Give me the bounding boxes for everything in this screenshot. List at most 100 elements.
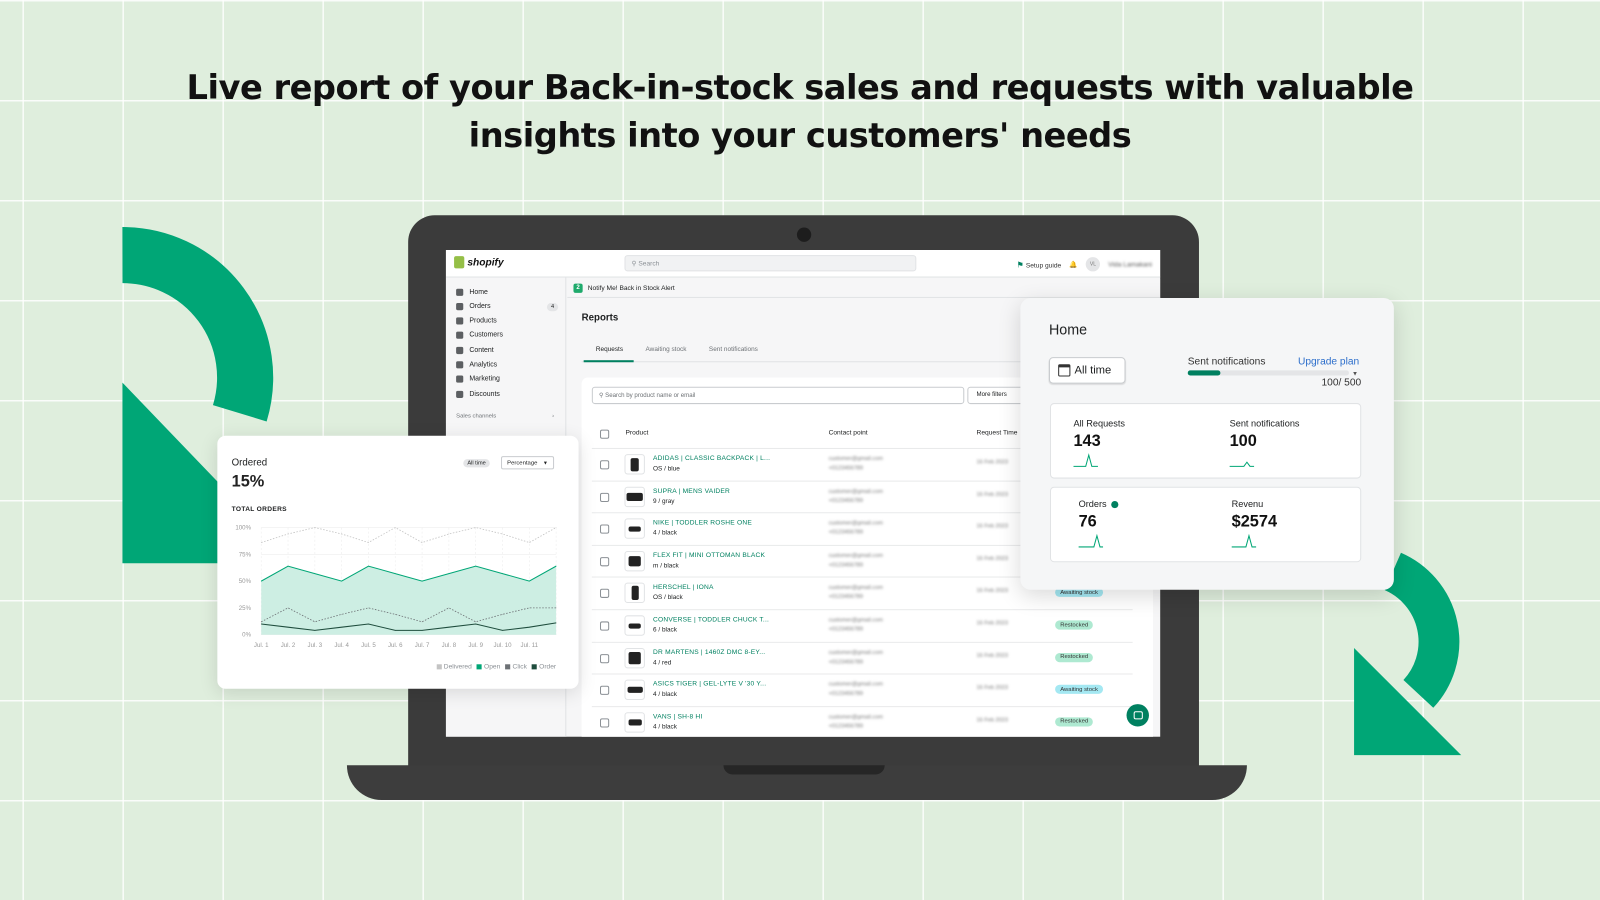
product-variant: OS / blue	[653, 465, 680, 473]
more-filters-button[interactable]: More filters	[967, 386, 1029, 405]
data-point	[341, 580, 342, 582]
row-checkbox[interactable]	[599, 460, 610, 470]
product-name-link[interactable]: HERSCHEL | IONA	[653, 584, 714, 591]
upgrade-plan-link[interactable]: Upgrade plan	[1298, 356, 1359, 367]
legend-label: Order	[539, 663, 557, 671]
data-point	[260, 542, 262, 543]
table-row[interactable]: VANS | SH-8 HI 4 / black customer@gmail.…	[591, 705, 1133, 737]
sidebar-item-customers[interactable]: Customers	[456, 331, 558, 339]
data-point	[287, 565, 289, 567]
data-point	[394, 630, 396, 631]
product-thumbnail	[624, 679, 645, 701]
product-image	[628, 555, 641, 567]
product-image	[631, 586, 639, 601]
sidebar-item-discounts[interactable]: Discounts	[456, 390, 558, 398]
sidebar-item-products[interactable]: Products	[456, 317, 558, 325]
product-name-link[interactable]: CONVERSE | TODDLER CHUCK T...	[653, 616, 769, 623]
legend-item[interactable]: Click	[505, 663, 527, 670]
product-image	[628, 719, 642, 726]
contact-point-redacted: customer@gmail.com +0123456789	[828, 649, 883, 665]
table-row[interactable]: CONVERSE | TODDLER CHUCK T... 6 / black …	[591, 609, 1133, 641]
data-point	[448, 607, 450, 609]
product-name-link[interactable]: SUPRA | MENS VAIDER	[653, 487, 730, 494]
tab-awaiting-stock[interactable]: Awaiting stock	[633, 344, 696, 362]
row-checkbox[interactable]	[599, 718, 610, 728]
sidebar-item-analytics[interactable]: Analytics	[456, 361, 558, 369]
product-thumbnail	[624, 486, 645, 507]
section-label: Sales channels	[456, 413, 497, 420]
data-point	[529, 626, 530, 628]
column-header-product: Product	[625, 429, 649, 437]
row-checkbox[interactable]	[599, 653, 610, 663]
data-point	[368, 623, 369, 625]
legend-item[interactable]: Delivered	[436, 663, 472, 670]
chat-button[interactable]	[1126, 704, 1149, 727]
product-variant: 6 / black	[653, 626, 677, 634]
sidebar-item-content[interactable]: Content	[456, 346, 558, 355]
tab-sent-notifications[interactable]: Sent notifications	[697, 344, 768, 362]
sidebar-label: Home	[469, 288, 488, 296]
table-row[interactable]: DR MARTENS | 1460Z DMC 8-EY... 4 / red c…	[591, 641, 1133, 673]
row-checkbox[interactable]	[599, 492, 610, 502]
select-all-checkbox[interactable]	[599, 429, 610, 439]
sidebar-label: Content	[469, 346, 494, 355]
headline-line-1: Live report of your Back-in-stock sales …	[186, 67, 1414, 108]
target-icon	[456, 375, 464, 383]
request-time-redacted: 16 Feb 2023	[976, 555, 1009, 563]
table-row[interactable]: ASICS TIGER | GEL-LYTE V '30 Y... 4 / bl…	[591, 673, 1133, 706]
row-checkbox[interactable]	[599, 685, 610, 696]
data-point	[448, 573, 450, 574]
data-point	[555, 565, 557, 567]
product-name-link[interactable]: DR MARTENS | 1460Z DMC 8-EY...	[653, 649, 765, 656]
legend-label: Open	[484, 663, 501, 671]
data-point	[475, 621, 476, 623]
data-point	[421, 580, 423, 582]
sidebar-item-orders[interactable]: Orders 4	[456, 302, 559, 311]
ordered-chart-card: Ordered 15% All time Percentage ▼ TOTAL O…	[217, 435, 579, 689]
data-point	[368, 607, 369, 609]
product-image	[626, 492, 643, 501]
product-name-link[interactable]: FLEX FIT | MINI OTTOMAN BLACK	[653, 552, 765, 559]
row-checkbox[interactable]	[599, 621, 610, 631]
row-checkbox[interactable]	[599, 556, 610, 567]
legend-item[interactable]: Order	[532, 663, 556, 670]
data-point	[260, 621, 262, 623]
sidebar-item-marketing[interactable]: Marketing	[456, 375, 558, 383]
logo-text: shopify	[467, 256, 504, 268]
app-bar: 2 Notify Me! Back in Stock Alert	[567, 278, 1161, 298]
product-name-link[interactable]: NIKE | TODDLER ROSHE ONE	[653, 520, 752, 527]
product-image	[628, 526, 641, 532]
date-range-button[interactable]: All time	[1048, 357, 1126, 384]
avatar[interactable]: VL	[1085, 257, 1101, 272]
shopify-logo[interactable]: shopify	[454, 256, 504, 269]
tab-requests[interactable]: Requests	[583, 344, 634, 363]
date-range-label: All time	[1074, 364, 1112, 377]
sparkline-icon	[1078, 533, 1104, 548]
sidebar-item-home[interactable]: Home	[456, 288, 558, 296]
stats-box-requests: All Requests 143 Sent notifications 100	[1049, 403, 1362, 479]
product-search-input[interactable]: ⚲ Search by product name or email	[591, 386, 965, 405]
row-checkbox[interactable]	[599, 589, 610, 599]
global-search-input[interactable]: ⚲ Search	[624, 255, 917, 272]
sales-channels-section[interactable]: Sales channels ›	[456, 413, 554, 419]
sidebar-label: Products	[469, 317, 497, 325]
user-name[interactable]: Vida Lamakani	[1108, 261, 1152, 268]
promo-canvas: Live report of your Back-in-stock sales …	[0, 0, 1600, 900]
product-name-link[interactable]: VANS | SH-8 HI	[653, 713, 702, 720]
product-name-link[interactable]: ASICS TIGER | GEL-LYTE V '30 Y...	[653, 681, 766, 688]
bell-icon[interactable]: 🔔	[1069, 260, 1077, 268]
product-name-link[interactable]: ADIDAS | CLASSIC BACKPACK | L...	[653, 455, 770, 462]
sidebar-label: Analytics	[469, 361, 498, 369]
stat-value: $2574	[1231, 513, 1278, 531]
contact-point-redacted: customer@gmail.com +0123456789	[828, 456, 883, 472]
request-time-redacted: 16 Feb 2023	[976, 684, 1009, 692]
app-name: Notify Me! Back in Stock Alert	[587, 284, 675, 292]
sidebar-label: Customers	[469, 331, 503, 339]
data-point	[502, 614, 503, 615]
row-checkbox[interactable]	[599, 524, 610, 534]
info-icon[interactable]	[1110, 500, 1118, 508]
stat-value: 100	[1229, 432, 1257, 450]
setup-guide-link[interactable]: ⚑ Setup guide	[1017, 260, 1062, 269]
legend-item[interactable]: Open	[476, 663, 501, 671]
stat-label: Orders	[1078, 498, 1107, 510]
